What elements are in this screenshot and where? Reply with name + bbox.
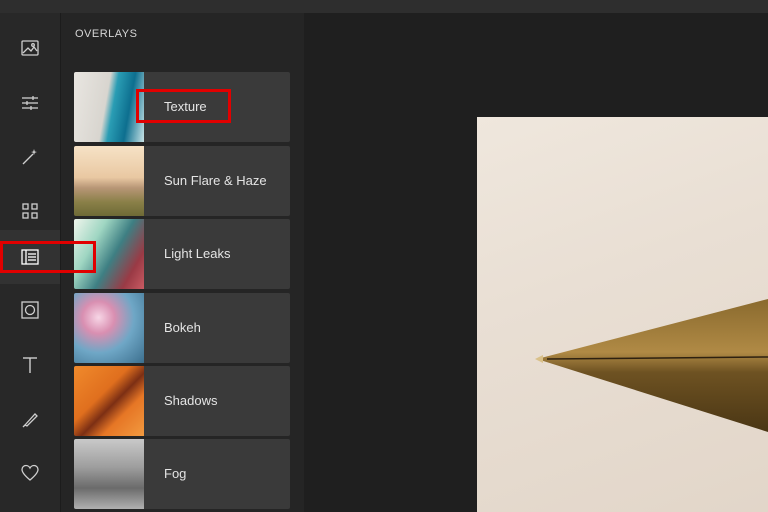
bokeh-thumbnail xyxy=(74,293,144,363)
heart-icon xyxy=(21,464,39,481)
overlay-item-fog[interactable]: Fog xyxy=(74,439,290,509)
frame-tool-button[interactable] xyxy=(0,283,60,337)
overlays-tool-highlight-box xyxy=(0,241,96,273)
magic-wand-icon xyxy=(22,149,37,165)
editor-canvas[interactable] xyxy=(304,13,768,512)
pen-nib-image xyxy=(535,299,768,432)
shadows-thumbnail xyxy=(74,366,144,436)
overlays-panel: OVERLAYS Texture Sun Flare & Haze Light … xyxy=(61,13,304,512)
texture-highlight-box xyxy=(136,89,231,123)
panel-title: OVERLAYS xyxy=(75,28,138,40)
overlay-item-shadows[interactable]: Shadows xyxy=(74,366,290,436)
grid-icon xyxy=(22,203,38,219)
overlay-label: Bokeh xyxy=(164,320,201,335)
sun-flare-thumbnail xyxy=(74,146,144,216)
overlay-item-sun-flare-haze[interactable]: Sun Flare & Haze xyxy=(74,146,290,216)
overlay-label: Sun Flare & Haze xyxy=(164,173,267,188)
texture-thumbnail xyxy=(74,72,144,142)
magic-tool-button[interactable] xyxy=(0,130,60,184)
favorites-tool-button[interactable] xyxy=(0,446,60,500)
overlay-label: Shadows xyxy=(164,393,218,408)
frame-icon xyxy=(21,301,39,319)
sliders-icon xyxy=(22,96,38,110)
brush-icon xyxy=(22,413,38,428)
image-icon xyxy=(21,40,39,56)
image-tool-button[interactable] xyxy=(0,21,60,75)
overlay-label: Fog xyxy=(164,466,187,481)
text-icon xyxy=(23,357,37,373)
photo-preview[interactable] xyxy=(477,117,768,512)
draw-tool-button[interactable] xyxy=(0,392,60,446)
top-bar xyxy=(0,0,768,13)
overlay-item-light-leaks[interactable]: Light Leaks xyxy=(74,219,290,289)
adjust-tool-button[interactable] xyxy=(0,76,60,130)
overlay-item-bokeh[interactable]: Bokeh xyxy=(74,293,290,363)
fog-thumbnail xyxy=(74,439,144,509)
overlay-label: Light Leaks xyxy=(164,246,231,261)
text-tool-button[interactable] xyxy=(0,338,60,392)
